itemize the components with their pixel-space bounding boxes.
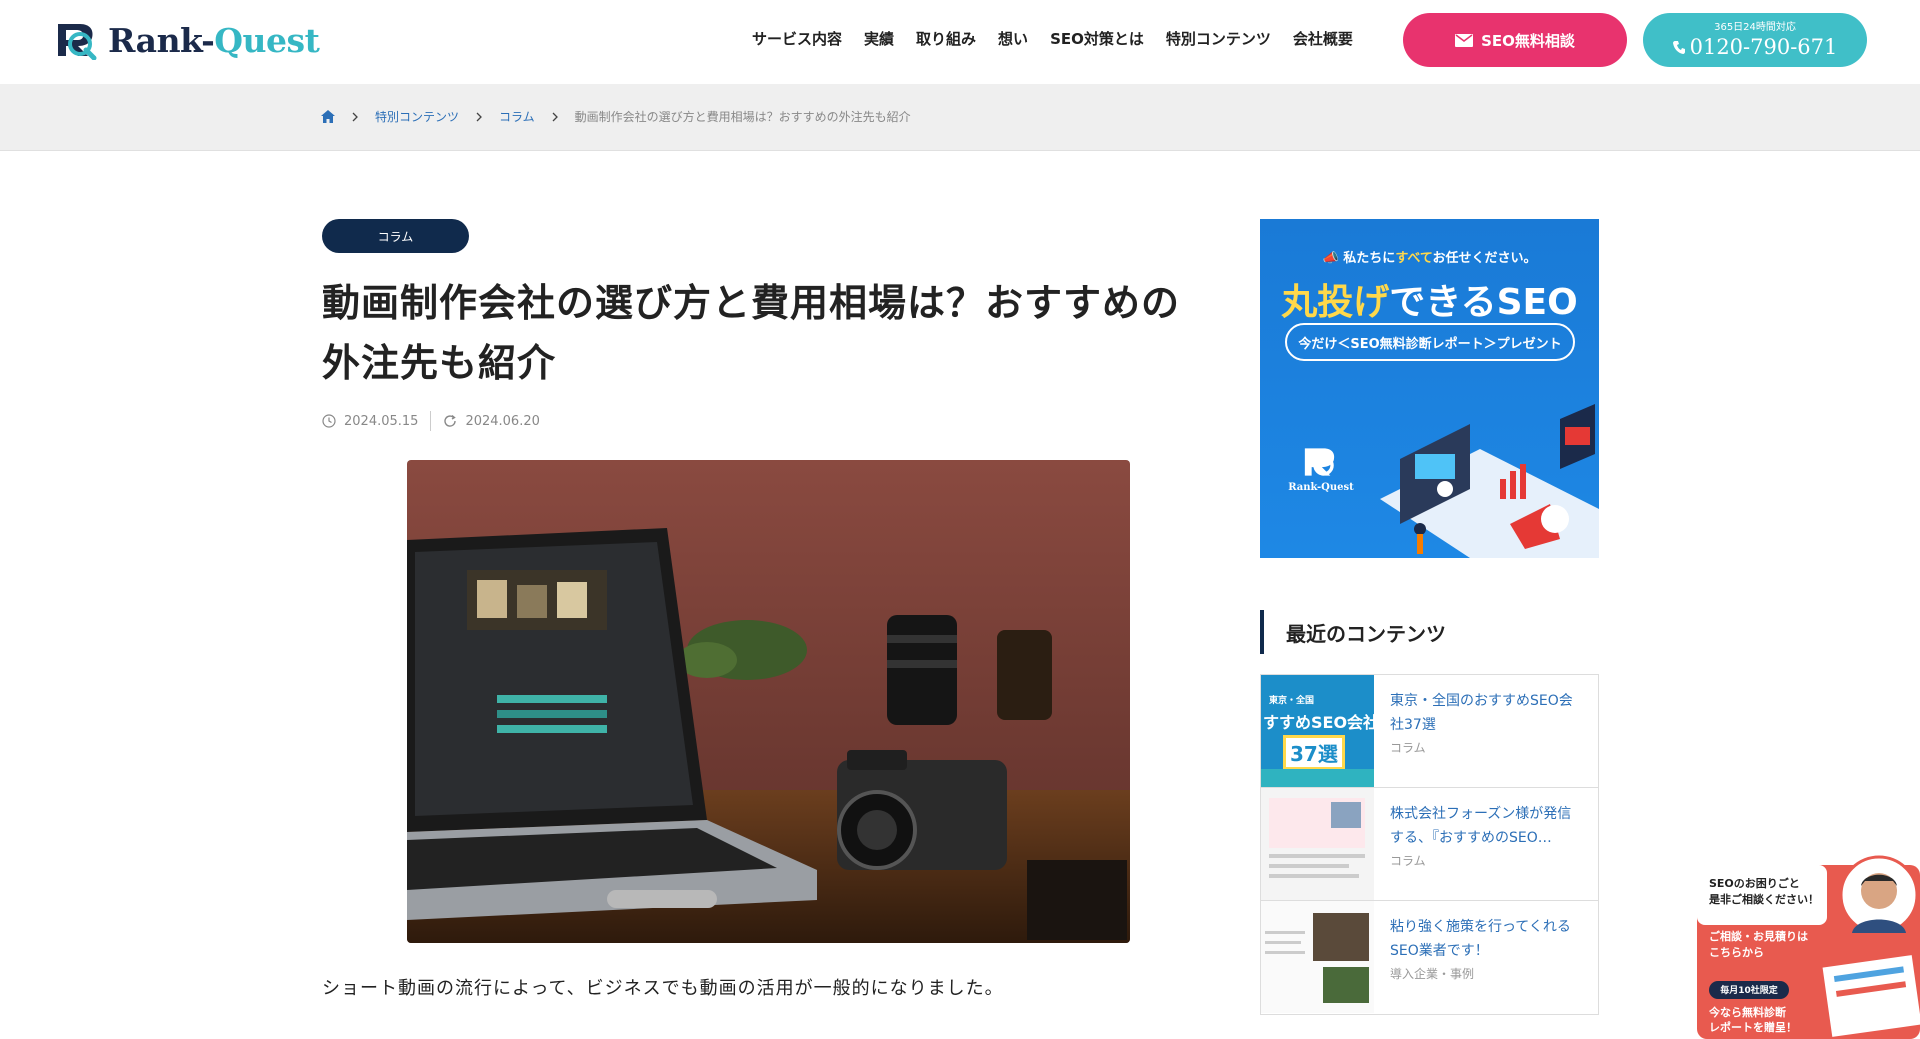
published-date: 2024.05.15 <box>344 413 419 429</box>
ad-offer-pill: 今だけ＜SEO無料診断レポート＞プレゼント <box>1285 323 1575 361</box>
nav-special-content[interactable]: 特別コンテンツ <box>1166 28 1271 49</box>
laptop-camera-photo <box>407 460 1130 943</box>
phone-icon <box>1672 40 1685 54</box>
consult-line5: 今なら無料診断 <box>1709 1006 1786 1019</box>
phone-button[interactable]: 365日24時間対応 0120-790-671 <box>1643 13 1867 67</box>
nav-philosophy[interactable]: 想い <box>998 28 1028 49</box>
nav-company[interactable]: 会社概要 <box>1293 28 1353 49</box>
nav-results[interactable]: 実績 <box>864 28 894 49</box>
ad-headline: 丸投げできるSEO <box>1281 282 1578 323</box>
breadcrumb-special-content[interactable]: 特別コンテンツ <box>375 108 459 125</box>
global-nav: サービス内容 実績 取り組み 想い SEO対策とは 特別コンテンツ 会社概要 <box>752 28 1353 49</box>
logo-text: Rank-Quest <box>108 20 320 60</box>
updated-date: 2024.06.20 <box>465 413 540 429</box>
chevron-right-icon <box>352 112 358 121</box>
recent-title[interactable]: 東京・全国のおすすめSEO会社37選 <box>1390 689 1582 737</box>
phone-hours-note: 365日24時間対応 <box>1714 21 1796 33</box>
nav-services[interactable]: サービス内容 <box>752 28 842 49</box>
article: コラム 動画制作会社の選び方と費用相場は？おすすめの 外注先も紹介 2024.0… <box>322 219 1202 999</box>
recent-category: 導入企業・事例 <box>1390 967 1475 981</box>
consult-line2: 是非ご相談ください！ <box>1709 893 1819 906</box>
article-title-line2: 外注先も紹介 <box>322 340 557 385</box>
recent-thumb <box>1261 788 1374 900</box>
recent-content-heading: 最近のコンテンツ <box>1260 610 1599 654</box>
refresh-icon <box>444 414 457 427</box>
phone-number: 0120-790-671 <box>1689 34 1838 59</box>
site-logo[interactable]: Rank-Quest <box>54 18 320 62</box>
breadcrumb-current: 動画制作会社の選び方と費用相場は？おすすめの外注先も紹介 <box>574 110 911 124</box>
nav-initiatives[interactable]: 取り組み <box>916 28 976 49</box>
list-item[interactable]: 東京・全国 すすめSEO会社 37選 東京・全国のおすすめSEO会社37選 コラ… <box>1261 675 1598 788</box>
megaphone-icon: 📣 <box>1322 251 1339 266</box>
sidebar: 📣 私たちにすべてお任せください。 丸投げできるSEO 今だけ＜SEO無料診断レ… <box>1260 219 1599 1015</box>
hero-image <box>407 460 1130 943</box>
consult-badge: 毎月10社限定 <box>1720 986 1778 996</box>
consult-line4: こちらから <box>1709 946 1764 959</box>
recent-category: コラム <box>1390 854 1426 868</box>
seo-ad-banner[interactable]: 📣 私たちにすべてお任せください。 丸投げできるSEO 今だけ＜SEO無料診断レ… <box>1260 219 1599 558</box>
category-badge[interactable]: コラム <box>322 219 469 253</box>
meta-divider <box>430 411 432 431</box>
recent-content-list: 東京・全国 すすめSEO会社 37選 東京・全国のおすすめSEO会社37選 コラ… <box>1260 674 1599 1015</box>
nav-about-seo[interactable]: SEO対策とは <box>1050 28 1144 49</box>
isometric-dashboard-illustration <box>1380 404 1599 558</box>
mail-icon <box>1455 33 1474 47</box>
logo-mark-icon <box>58 24 97 60</box>
breadcrumb-bar: 特別コンテンツ コラム 動画制作会社の選び方と費用相場は？おすすめの外注先も紹介 <box>0 84 1920 151</box>
article-title-line1: 動画制作会社の選び方と費用相場は？おすすめの <box>322 280 1181 325</box>
logo-mark-icon <box>1304 448 1335 476</box>
article-title: 動画制作会社の選び方と費用相場は？おすすめの 外注先も紹介 <box>322 273 1202 393</box>
list-item[interactable]: 粘り強く施策を行ってくれるSEO業者です！ 導入企業・事例 <box>1261 901 1598 1014</box>
clock-icon <box>322 414 336 428</box>
recent-thumb: 東京・全国 すすめSEO会社 37選 <box>1261 675 1374 787</box>
consult-floating-widget[interactable]: SEOのお困りごと 是非ご相談ください！ ご相談・お見積りは こちらから 毎月1… <box>1697 851 1920 1039</box>
seo-consultation-label: SEO無料相談 <box>1481 31 1575 50</box>
consult-line3: ご相談・お見積りは <box>1709 930 1808 943</box>
consult-line6: レポートを贈呈！ <box>1709 1021 1797 1034</box>
article-lead: ショート動画の流行によって、ビジネスでも動画の活用が一般的になりました。 <box>322 978 1004 999</box>
breadcrumb: 特別コンテンツ コラム 動画制作会社の選び方と費用相場は？おすすめの外注先も紹介 <box>321 108 911 125</box>
recent-title[interactable]: 株式会社フォーズン様が発信する、『おすすめのSEO… <box>1390 802 1582 850</box>
recent-category: コラム <box>1390 741 1426 755</box>
breadcrumb-column[interactable]: コラム <box>499 108 535 125</box>
ad-subheading: 📣 私たちにすべてお任せください。 <box>1322 251 1537 266</box>
site-header: Rank-Quest サービス内容 実績 取り組み 想い SEO対策とは 特別コ… <box>0 0 1920 84</box>
home-icon[interactable] <box>321 110 335 123</box>
seo-consultation-button[interactable]: SEO無料相談 <box>1403 13 1627 67</box>
chevron-right-icon <box>552 112 558 121</box>
consult-line1: SEOのお困りごと <box>1709 877 1800 890</box>
list-item[interactable]: 株式会社フォーズン様が発信する、『おすすめのSEO… コラム <box>1261 788 1598 901</box>
ad-logo: Rank-Quest <box>1286 445 1356 493</box>
chevron-right-icon <box>476 112 482 121</box>
recent-thumb <box>1261 901 1374 1013</box>
recent-title[interactable]: 粘り強く施策を行ってくれるSEO業者です！ <box>1390 915 1582 963</box>
article-meta: 2024.05.15 2024.06.20 <box>322 411 1202 431</box>
